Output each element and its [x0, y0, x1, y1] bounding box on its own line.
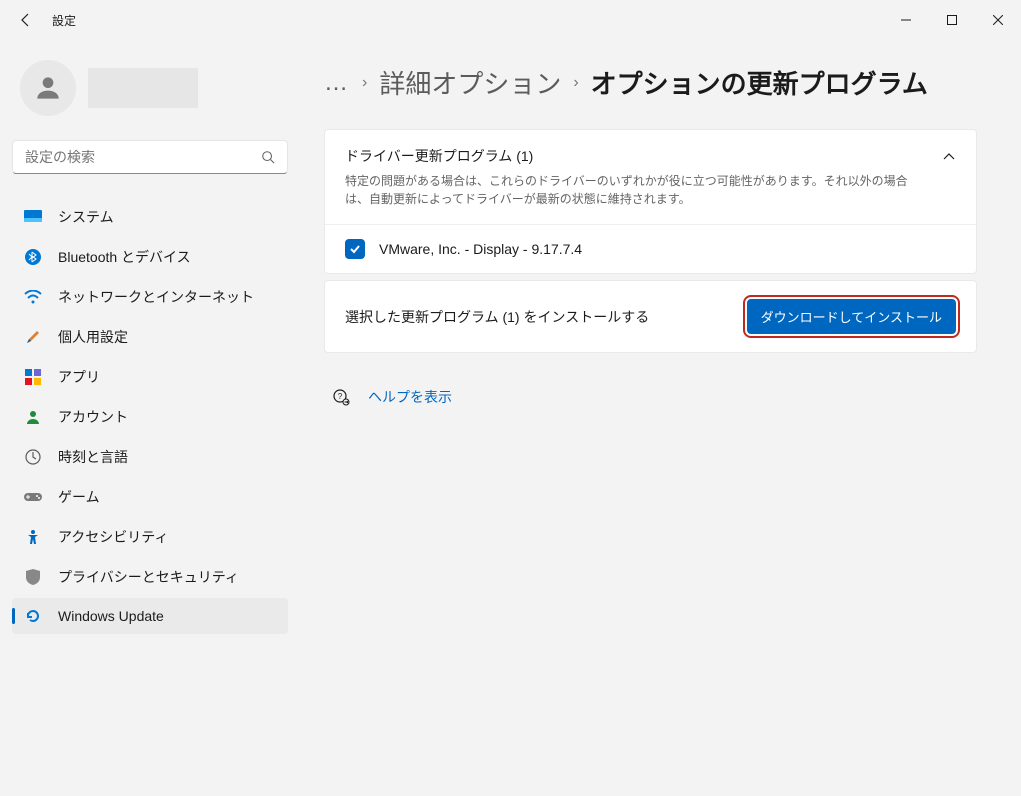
sidebar-item-gaming[interactable]: ゲーム — [12, 478, 288, 516]
sidebar-item-label: 個人用設定 — [58, 327, 128, 347]
sidebar-item-accounts[interactable]: アカウント — [12, 398, 288, 436]
profile-section[interactable] — [12, 40, 288, 140]
help-row: ? ヘルプを表示 — [324, 387, 977, 407]
sidebar-item-label: システム — [58, 207, 114, 227]
nav-list: システム Bluetooth とデバイス ネットワークとインターネット 個人用設… — [12, 198, 288, 634]
driver-updates-header[interactable]: ドライバー更新プログラム (1) 特定の問題がある場合は、これらのドライバーのい… — [325, 130, 976, 224]
window-title: 設定 — [52, 12, 76, 29]
breadcrumb-link-advanced[interactable]: 詳細オプション — [379, 64, 561, 101]
driver-card-title: ドライバー更新プログラム (1) — [345, 146, 926, 166]
gamepad-icon — [24, 488, 42, 506]
install-text: 選択した更新プログラム (1) をインストールする — [345, 307, 747, 327]
bluetooth-icon — [24, 248, 42, 266]
titlebar: 設定 — [0, 0, 1021, 40]
update-item-row: VMware, Inc. - Display - 9.17.7.4 — [325, 224, 976, 273]
sidebar-item-label: アクセシビリティ — [58, 527, 168, 547]
sidebar-item-accessibility[interactable]: アクセシビリティ — [12, 518, 288, 556]
search-box[interactable] — [12, 140, 288, 174]
sidebar-item-label: ネットワークとインターネット — [58, 287, 254, 307]
help-icon: ? — [332, 388, 350, 406]
chevron-up-icon — [942, 150, 956, 164]
maximize-button[interactable] — [929, 0, 975, 40]
apps-icon — [24, 368, 42, 386]
sidebar-item-personalization[interactable]: 個人用設定 — [12, 318, 288, 356]
minimize-button[interactable] — [883, 0, 929, 40]
sidebar-item-apps[interactable]: アプリ — [12, 358, 288, 396]
search-icon — [261, 150, 275, 164]
sidebar-item-label: ゲーム — [58, 487, 100, 507]
brush-icon — [24, 328, 42, 346]
update-item-label: VMware, Inc. - Display - 9.17.7.4 — [379, 241, 582, 257]
breadcrumb: … › 詳細オプション › オプションの更新プログラム — [324, 64, 977, 101]
driver-updates-card: ドライバー更新プログラム (1) 特定の問題がある場合は、これらのドライバーのい… — [324, 129, 977, 274]
clock-globe-icon — [24, 448, 42, 466]
svg-text:?: ? — [338, 392, 343, 401]
sidebar-item-privacy[interactable]: プライバシーとセキュリティ — [12, 558, 288, 596]
profile-name-placeholder — [88, 68, 198, 108]
back-button[interactable] — [16, 10, 36, 30]
sidebar-item-windows-update[interactable]: Windows Update — [12, 598, 288, 634]
help-link[interactable]: ヘルプを表示 — [368, 387, 452, 407]
download-install-button[interactable]: ダウンロードしてインストール — [747, 299, 956, 334]
sidebar-item-system[interactable]: システム — [12, 198, 288, 236]
search-input[interactable] — [25, 149, 261, 165]
sidebar-item-bluetooth[interactable]: Bluetooth とデバイス — [12, 238, 288, 276]
sidebar-item-label: Windows Update — [58, 608, 164, 624]
install-card: 選択した更新プログラム (1) をインストールする ダウンロードしてインストール — [324, 280, 977, 353]
avatar — [20, 60, 76, 116]
system-icon — [24, 208, 42, 226]
wifi-icon — [24, 288, 42, 306]
sidebar-item-network[interactable]: ネットワークとインターネット — [12, 278, 288, 316]
driver-card-desc: 特定の問題がある場合は、これらのドライバーのいずれかが役に立つ可能性があります。… — [345, 172, 926, 208]
sidebar: システム Bluetooth とデバイス ネットワークとインターネット 個人用設… — [0, 40, 300, 796]
accessibility-icon — [24, 528, 42, 546]
sidebar-item-time-language[interactable]: 時刻と言語 — [12, 438, 288, 476]
breadcrumb-ellipsis[interactable]: … — [324, 69, 350, 97]
sidebar-item-label: 時刻と言語 — [58, 447, 128, 467]
chevron-right-icon: › — [573, 74, 578, 92]
shield-icon — [24, 568, 42, 586]
close-button[interactable] — [975, 0, 1021, 40]
chevron-right-icon: › — [362, 74, 367, 92]
update-checkbox[interactable] — [345, 239, 365, 259]
update-icon — [24, 607, 42, 625]
sidebar-item-label: プライバシーとセキュリティ — [58, 567, 239, 587]
person-icon — [24, 408, 42, 426]
main-content: … › 詳細オプション › オプションの更新プログラム ドライバー更新プログラム… — [300, 40, 1021, 796]
sidebar-item-label: アプリ — [58, 367, 100, 387]
sidebar-item-label: Bluetooth とデバイス — [58, 247, 191, 267]
page-title: オプションの更新プログラム — [591, 64, 928, 101]
sidebar-item-label: アカウント — [58, 407, 128, 427]
